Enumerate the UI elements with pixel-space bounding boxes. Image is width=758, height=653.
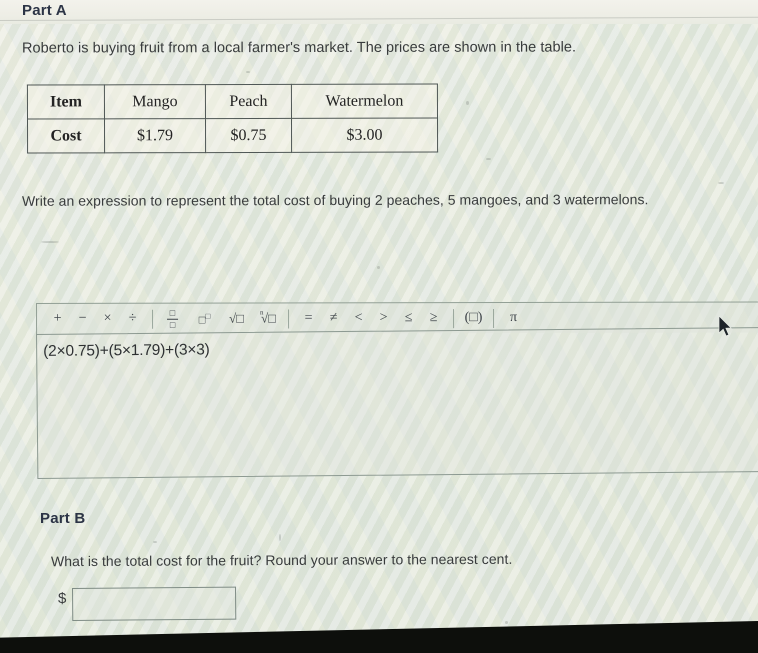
photographed-screen: Part A Roberto is buying fruit from a lo… [0, 0, 758, 653]
table-cell-peach-cost: $0.75 [205, 118, 292, 153]
table-row-label-item: Item [27, 84, 105, 120]
toolbar-divider [453, 308, 455, 328]
toolbar-divider [288, 308, 290, 328]
screen-bezel-band [0, 620, 758, 653]
table-row-label-cost: Cost [27, 118, 105, 154]
toolbar-divider [493, 308, 495, 328]
price-table: Item Mango Peach Watermelon Cost $1.79 $… [26, 83, 439, 154]
greater-than-button[interactable]: > [371, 306, 396, 331]
nth-root-icon: n √□ [260, 308, 276, 326]
multiply-button[interactable]: × [95, 306, 120, 331]
minus-button[interactable]: − [70, 306, 95, 331]
square-root-button[interactable]: √□ [224, 306, 249, 331]
table-cell-mango-cost: $1.79 [104, 118, 206, 153]
part-a-heading: Part A [22, 2, 67, 19]
part-b-answer-input[interactable] [72, 586, 237, 621]
table-cell-watermelon-cost: $3.00 [291, 117, 438, 153]
not-equals-button[interactable]: ≠ [321, 306, 346, 331]
part-a-intro-text: Roberto is buying fruit from a local far… [21, 39, 577, 57]
less-or-equal-button[interactable]: ≤ [396, 306, 421, 331]
table-row: Cost $1.79 $0.75 $3.00 [27, 117, 438, 154]
exponent-superscript: □ [205, 311, 211, 321]
screen-speck [486, 158, 491, 160]
toolbar-divider [152, 309, 154, 329]
square-root-icon: √□ [229, 310, 245, 326]
screen-speck [153, 541, 157, 543]
fraction-button[interactable]: □ □ [160, 306, 185, 331]
equals-button[interactable]: = [296, 306, 321, 331]
fraction-numerator: □ [169, 307, 176, 318]
table-header-peach: Peach [205, 84, 292, 119]
fraction-icon: □ □ [167, 307, 179, 330]
screen-speck [246, 71, 250, 73]
math-expression-value: (2×0.75)+(5×1.79)+(3×3) [43, 341, 210, 360]
screen-speck [718, 182, 724, 184]
divide-button[interactable]: ÷ [120, 306, 145, 331]
part-b-heading: Part B [40, 510, 86, 527]
table-row: Item Mango Peach Watermelon [27, 83, 438, 120]
screen-speck [505, 621, 508, 624]
nth-root-index: n [260, 308, 264, 317]
plus-button[interactable]: + [45, 306, 70, 331]
currency-symbol-label: $ [58, 590, 67, 607]
nth-root-button[interactable]: n √□ [256, 306, 281, 331]
less-than-button[interactable]: < [346, 306, 371, 331]
screen-speck [466, 101, 469, 105]
screen-speck [41, 241, 59, 243]
screen-speck [279, 534, 281, 541]
exponent-button[interactable]: □□ [192, 306, 217, 331]
greater-or-equal-button[interactable]: ≥ [421, 306, 446, 331]
math-answer-input-area[interactable]: (2×0.75)+(5×1.79)+(3×3) [36, 326, 758, 479]
screen-speck [377, 266, 380, 269]
fraction-denominator: □ [169, 319, 176, 330]
exponent-icon: □□ [199, 311, 211, 326]
part-b-question-text: What is the total cost for the fruit? Ro… [50, 550, 513, 570]
part-a-prompt-text: Write an expression to represent the tot… [21, 191, 649, 209]
table-header-watermelon: Watermelon [291, 83, 438, 119]
table-header-mango: Mango [104, 84, 206, 119]
pi-button[interactable]: π [501, 305, 526, 330]
parentheses-button[interactable]: (□) [461, 306, 486, 331]
